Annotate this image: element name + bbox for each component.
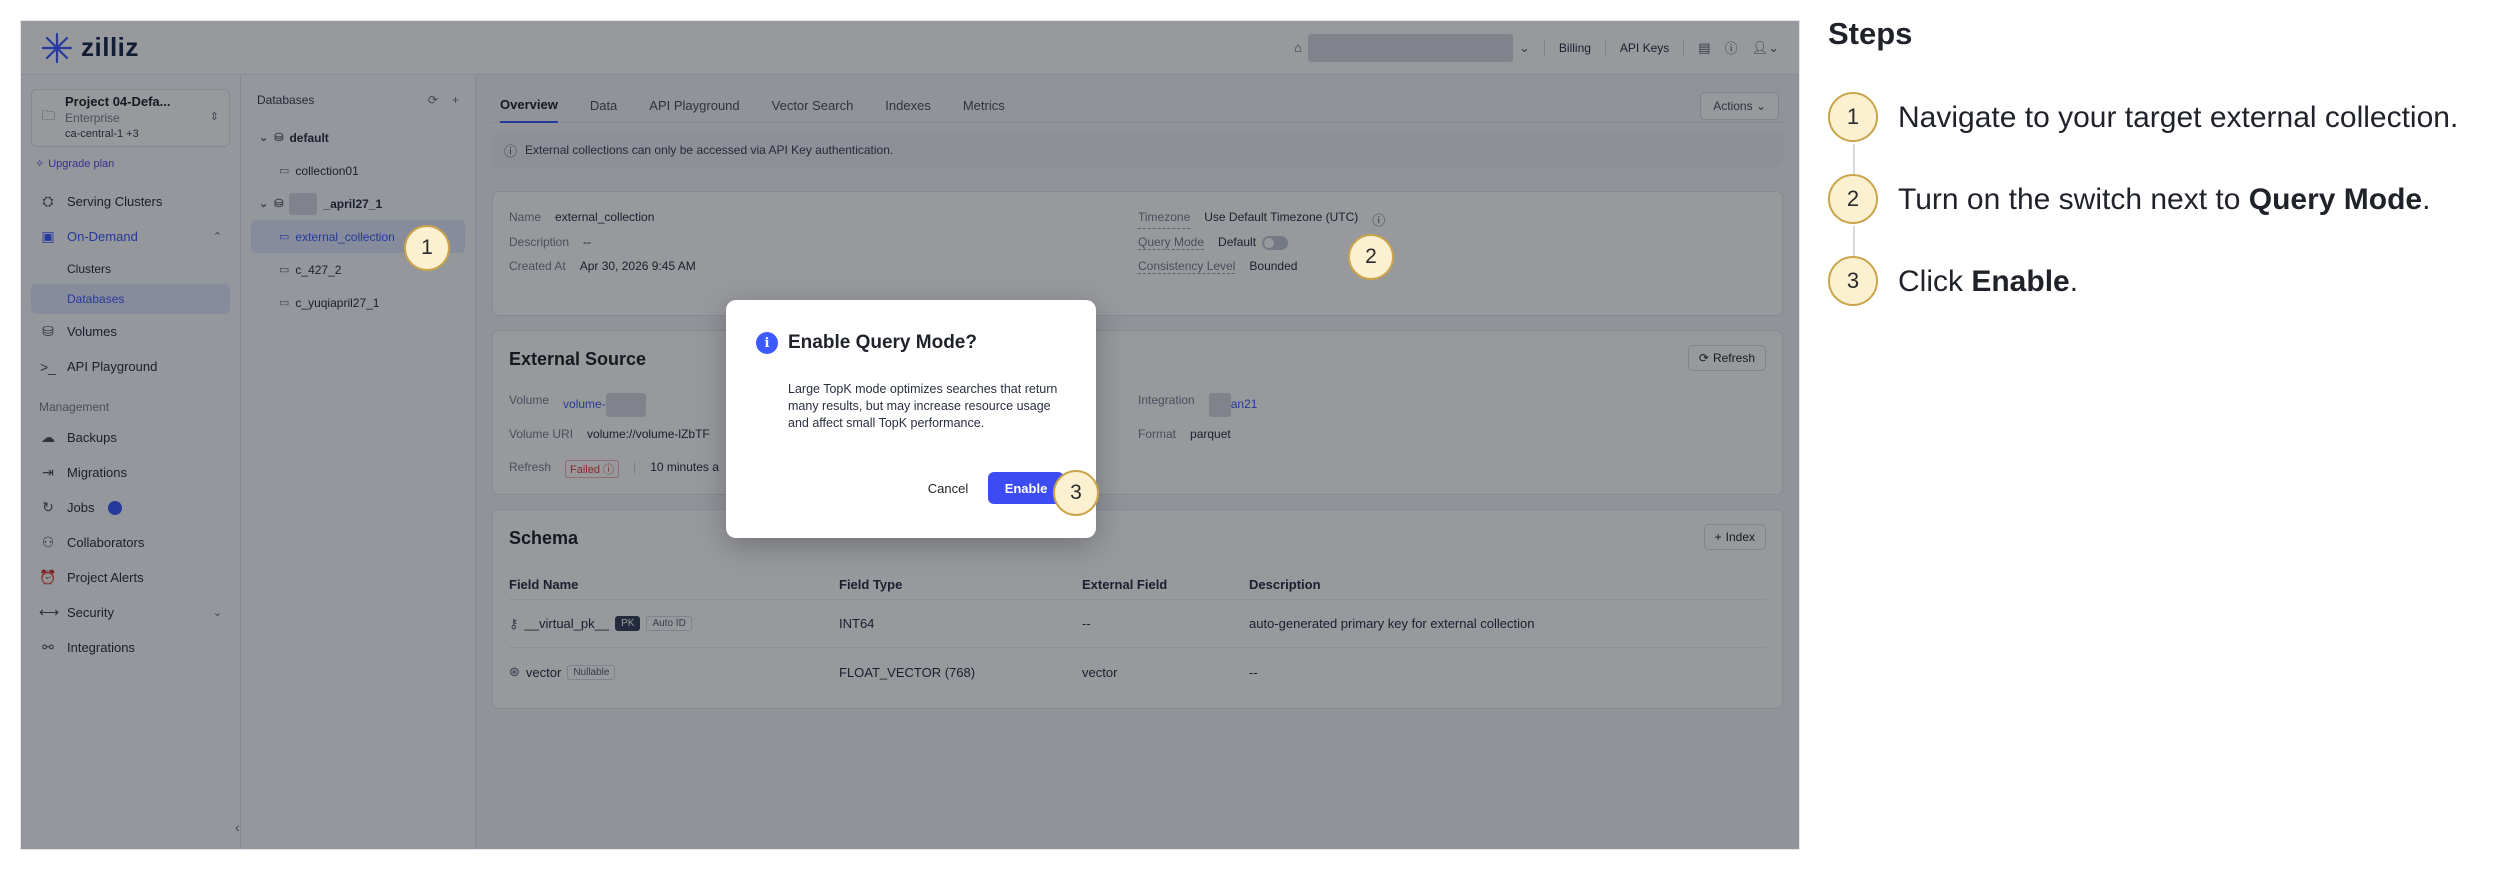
step-text-post: . [2069, 265, 2079, 298]
step-text-pre: Turn on the switch next to [1898, 183, 2249, 216]
cancel-button[interactable]: Cancel [908, 472, 988, 504]
app-screenshot: zilliz ⌂ ⌄ Billing API Keys ▤ ⓘ 👤︎⌄ 🗀 Pr… [20, 20, 1800, 850]
step-text: Turn on the switch next to Query Mode. [1898, 182, 2430, 218]
step-text-pre: Click [1898, 265, 1972, 298]
step-text: Navigate to your target external collect… [1898, 101, 2459, 134]
step-text: Click Enable. [1898, 264, 2078, 300]
step-marker-2: 2 [1348, 234, 1394, 280]
steps-title: Steps [1828, 16, 1913, 51]
step-item: 2 Turn on the switch next to Query Mode. [1828, 174, 2498, 256]
dialog-body: Large TopK mode optimizes searches that … [788, 382, 1058, 430]
step-text-bold: Query Mode [2248, 183, 2423, 216]
step-text-post: . [2422, 183, 2431, 216]
step-number: 3 [1828, 256, 1878, 306]
step-marker-1: 1 [404, 225, 450, 271]
step-item: 3 Click Enable. [1828, 256, 2498, 338]
step-item: 1 Navigate to your target external colle… [1828, 92, 2498, 174]
info-icon: i [756, 332, 778, 354]
enable-query-mode-dialog: i Enable Query Mode? Large TopK mode opt… [726, 300, 1096, 538]
step-number: 2 [1828, 174, 1878, 224]
dialog-title: i Enable Query Mode? [756, 332, 977, 354]
step-text-bold: Enable [1971, 265, 2070, 298]
step-connector [1853, 144, 1855, 174]
step-connector [1853, 226, 1855, 256]
zilliz-console: zilliz ⌂ ⌄ Billing API Keys ▤ ⓘ 👤︎⌄ 🗀 Pr… [21, 21, 1799, 849]
dialog-title-text: Enable Query Mode? [788, 332, 977, 353]
steps-panel: Steps 1 Navigate to your target external… [1828, 16, 2498, 338]
step-number: 1 [1828, 92, 1878, 142]
step-marker-3: 3 [1053, 470, 1099, 516]
